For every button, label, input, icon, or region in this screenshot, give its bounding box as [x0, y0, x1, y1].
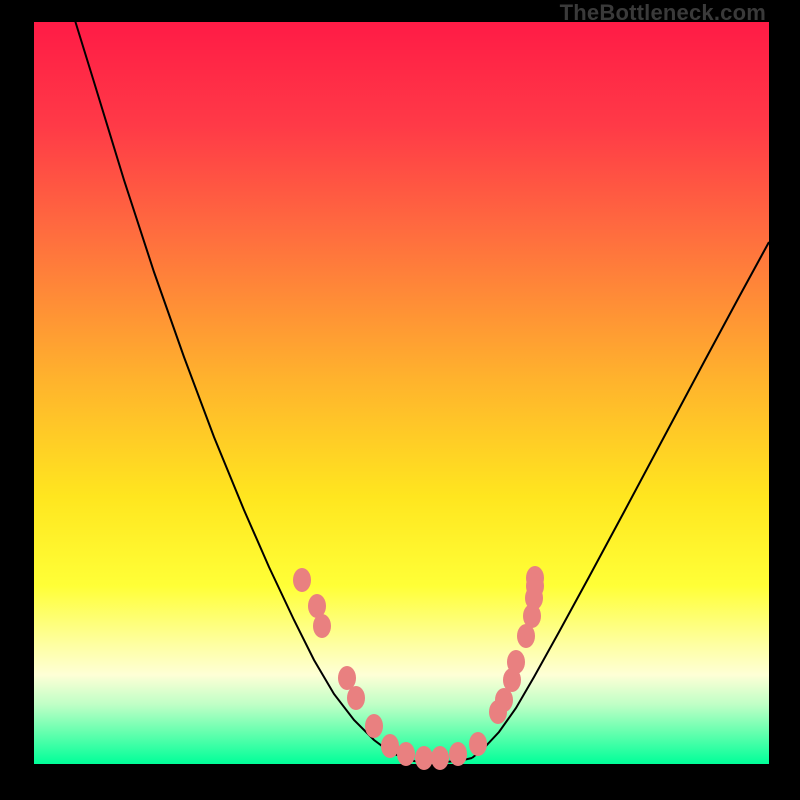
curve-marker-dot: [526, 566, 544, 590]
curve-marker-dot: [397, 742, 415, 766]
curve-marker-dot: [313, 614, 331, 638]
curve-marker-dot: [347, 686, 365, 710]
curve-marker-dot: [338, 666, 356, 690]
curve-marker-dot: [431, 746, 449, 770]
curve-marker-dot: [449, 742, 467, 766]
curve-marker-dot: [381, 734, 399, 758]
curve-marker-dot: [507, 650, 525, 674]
watermark-text: TheBottleneck.com: [560, 0, 766, 26]
curve-marker-dot: [469, 732, 487, 756]
bottleneck-curve: [34, 22, 769, 764]
chart-gradient-frame: [34, 22, 769, 764]
curve-markers-group: [293, 566, 544, 770]
curve-left-branch: [73, 14, 404, 758]
curve-marker-dot: [293, 568, 311, 592]
curve-marker-dot: [365, 714, 383, 738]
curve-marker-dot: [415, 746, 433, 770]
